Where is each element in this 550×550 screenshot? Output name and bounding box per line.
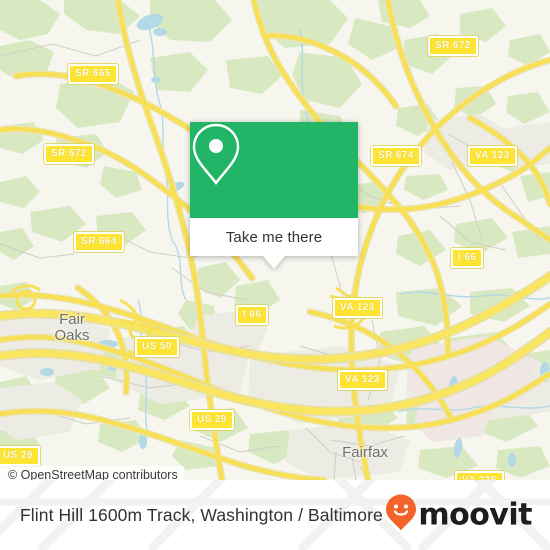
map-canvas[interactable]: SR 665 SR 672 SR 672 SR 674 VA 123 SR 66…: [0, 0, 550, 480]
road-shield: SR 672: [428, 36, 478, 56]
road-shield: US 29: [190, 410, 234, 430]
shield-label: US 29: [3, 450, 33, 461]
shield-label: SR 664: [81, 236, 117, 247]
shield-label: VA 123: [345, 374, 380, 385]
shield-label: I 66: [243, 309, 262, 320]
moovit-wordmark: moovit: [418, 497, 532, 532]
shield-label: VA 123: [475, 150, 510, 161]
road-shield: VA 123: [333, 298, 382, 318]
shield-label: SR 672: [435, 40, 471, 51]
road-shield: SR 674: [371, 146, 421, 166]
place-title: Flint Hill 1600m Track, Washington / Bal…: [20, 504, 383, 525]
road-shield: SR 664: [74, 232, 124, 252]
road-shield: US 29: [0, 446, 40, 466]
shield-label: VA 123: [340, 302, 375, 313]
shield-label: SR 674: [378, 150, 414, 161]
moovit-logo[interactable]: moovit: [386, 494, 532, 536]
place-label-fair-oaks: Fair Oaks: [54, 311, 90, 344]
road-shield: US 50: [135, 337, 179, 357]
osm-attribution[interactable]: © OpenStreetMap contributors: [0, 466, 184, 480]
shield-label: SR 672: [51, 148, 87, 159]
road-shield: SR 672: [44, 144, 94, 164]
moovit-pin-icon: [386, 494, 417, 536]
shield-label: I 66: [458, 252, 477, 263]
road-shield: SR 665: [68, 64, 118, 84]
popup-tail: [263, 256, 285, 269]
popup-action-bar[interactable]: Take me there: [190, 218, 358, 256]
shield-label: SR 665: [75, 68, 111, 79]
footer-bar: Flint Hill 1600m Track, Washington / Bal…: [0, 480, 550, 550]
map-screenshot: SR 665 SR 672 SR 672 SR 674 VA 123 SR 66…: [0, 0, 550, 550]
road-shield: VA 123: [468, 146, 517, 166]
shield-label: US 50: [142, 341, 172, 352]
location-popup[interactable]: Take me there: [190, 122, 358, 269]
shield-label: US 29: [197, 414, 227, 425]
road-shield: I 66: [236, 305, 269, 325]
road-shield: VA 236: [455, 471, 504, 480]
popup-header: [190, 122, 358, 218]
place-label-fairfax: Fairfax: [342, 444, 388, 461]
road-shield: I 66: [451, 248, 484, 268]
road-shield: VA 123: [338, 370, 387, 390]
take-me-there-label: Take me there: [225, 228, 323, 246]
